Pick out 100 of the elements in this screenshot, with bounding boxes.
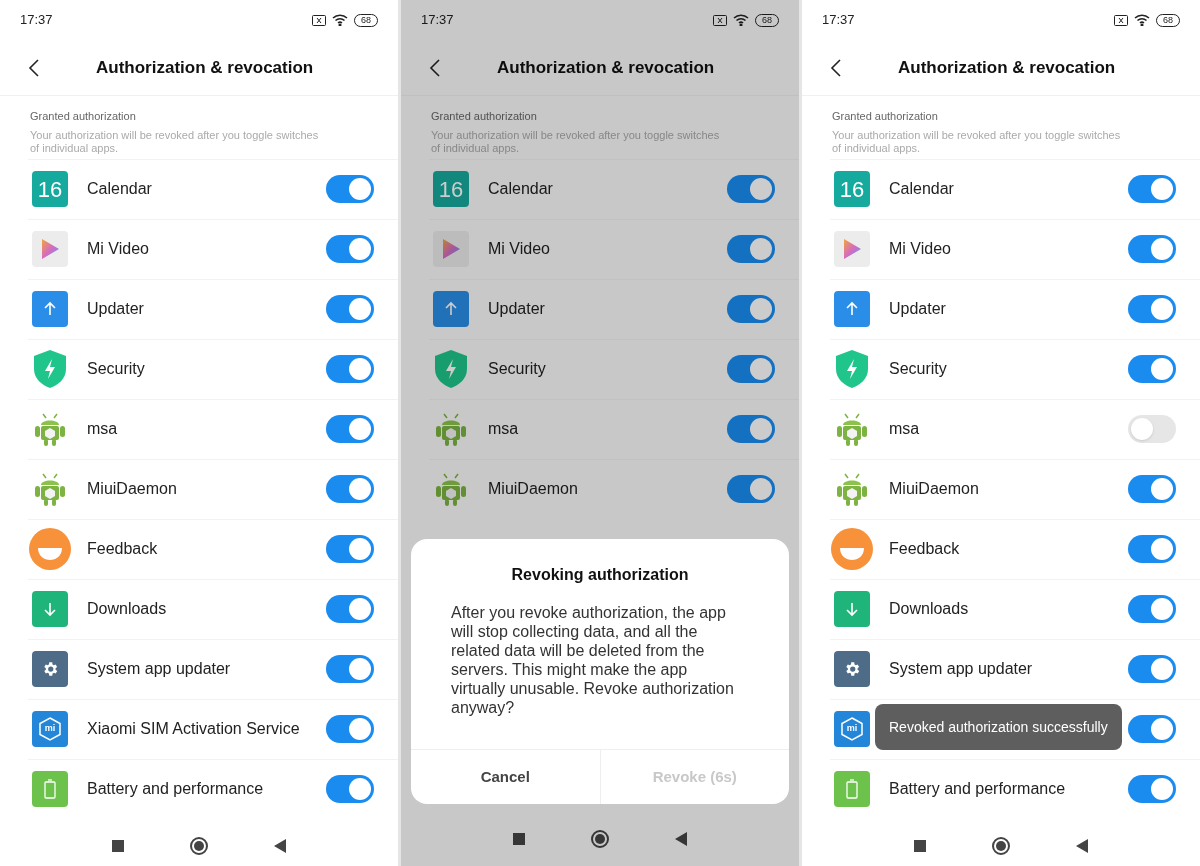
toggle-switch[interactable] (727, 355, 775, 383)
no-sim-icon (312, 14, 326, 26)
home-button[interactable] (992, 836, 1010, 855)
no-sim-icon (713, 14, 727, 26)
toggle-switch[interactable] (326, 415, 374, 443)
toggle-switch[interactable] (326, 175, 374, 203)
home-button[interactable] (591, 830, 609, 848)
toggle-switch[interactable] (326, 475, 374, 503)
recents-button[interactable] (112, 839, 124, 852)
toggle-switch[interactable] (326, 535, 374, 563)
app-name: Battery and performance (889, 780, 1066, 797)
toggle-switch[interactable] (1128, 415, 1176, 443)
section-label: Granted authorization (832, 109, 939, 124)
toggle-switch[interactable] (1128, 775, 1176, 803)
toggle-switch[interactable] (727, 235, 775, 263)
play-app-icon (433, 231, 469, 267)
calendar-app-icon: 16 (32, 171, 68, 207)
gear-app-icon (32, 651, 68, 687)
toggle-switch[interactable] (1128, 475, 1176, 503)
play-app-icon (834, 231, 870, 267)
app-name: System app updater (889, 660, 1033, 677)
wifi-icon (733, 14, 749, 26)
status-time: 17:37 (822, 11, 855, 30)
back-icon[interactable] (429, 57, 441, 78)
toggle-switch[interactable] (326, 355, 374, 383)
down-arrow-app-icon (834, 591, 870, 627)
toggle-switch[interactable] (1128, 595, 1176, 623)
app-name: Downloads (87, 600, 167, 617)
up-arrow-app-icon (433, 291, 469, 327)
section-description: Your authorization will be revoked after you toggle switches of individual apps. (30, 128, 320, 155)
app-name: msa (889, 420, 920, 437)
dialog-button[interactable]: Cancel (411, 750, 600, 804)
back-nav-icon[interactable] (1076, 838, 1088, 853)
toggle-switch[interactable] (727, 295, 775, 323)
toggle-switch[interactable] (1128, 235, 1176, 263)
hexagon-app-icon: mi (32, 711, 68, 747)
shield-app-icon (834, 349, 870, 389)
toggle-switch[interactable] (727, 415, 775, 443)
app-name: Calendar (87, 180, 152, 197)
recents-button[interactable] (914, 839, 926, 852)
app-name: MiuiDaemon (488, 480, 578, 497)
up-arrow-app-icon (834, 291, 870, 327)
calendar-app-icon: 16 (433, 171, 469, 207)
app-name: Mi Video (889, 240, 951, 257)
page-title: Authorization & revocation (497, 56, 715, 79)
toggle-switch[interactable] (1128, 295, 1176, 323)
battery-app-icon (834, 771, 870, 807)
toggle-switch[interactable] (727, 175, 775, 203)
app-name: Battery and performance (87, 780, 264, 797)
toggle-switch[interactable] (326, 775, 374, 803)
down-arrow-app-icon (32, 591, 68, 627)
app-name: Security (889, 360, 947, 377)
back-icon[interactable] (830, 57, 842, 78)
calendar-app-icon: 16 (834, 171, 870, 207)
back-icon[interactable] (28, 57, 40, 78)
smile-app-icon (29, 528, 71, 570)
toggle-switch[interactable] (1128, 715, 1176, 743)
app-name: Calendar (488, 180, 553, 197)
toggle-switch[interactable] (326, 715, 374, 743)
status-time: 17:37 (20, 11, 53, 30)
toggle-switch[interactable] (326, 595, 374, 623)
dialog-title: Revoking authorization (510, 565, 690, 585)
no-sim-icon (1114, 14, 1128, 26)
toggle-switch[interactable] (1128, 355, 1176, 383)
home-button[interactable] (190, 836, 208, 855)
app-name: Mi Video (488, 240, 550, 257)
toggle-switch[interactable] (1128, 175, 1176, 203)
app-name: Feedback (87, 540, 158, 557)
app-name: Downloads (889, 600, 969, 617)
app-name: Calendar (889, 180, 954, 197)
app-name: MiuiDaemon (87, 480, 177, 497)
page-title: Authorization & revocation (96, 56, 314, 79)
app-name: Feedback (889, 540, 960, 557)
section-description: Your authorization will be revoked after you toggle switches of individual apps. (832, 128, 1122, 155)
section-label: Granted authorization (431, 109, 538, 124)
toggle-switch[interactable] (1128, 535, 1176, 563)
back-nav-icon[interactable] (675, 832, 687, 846)
dialog-message: After you revoke authorization, the app will stop collecting data, and all the related data will be deleted from the servers. This might make the app virtually unusable. Revoke authorization anyway? (450, 603, 735, 718)
back-nav-icon[interactable] (274, 838, 286, 853)
app-name: Xiaomi SIM Activation Service (87, 720, 300, 737)
section-description: Your authorization will be revoked after you toggle switches of individual apps. (431, 128, 721, 155)
wifi-icon (332, 14, 348, 26)
hexagon-app-icon: mi (834, 711, 870, 747)
app-name: msa (488, 420, 519, 437)
toast-message: Revoked authorization successfully (875, 704, 1122, 750)
toggle-switch[interactable] (1128, 655, 1176, 683)
toggle-switch[interactable] (326, 655, 374, 683)
wifi-icon (1134, 14, 1150, 26)
shield-app-icon (433, 349, 469, 389)
app-name: System app updater (87, 660, 231, 677)
smile-app-icon (831, 528, 873, 570)
play-app-icon (32, 231, 68, 267)
app-name: Security (87, 360, 145, 377)
toggle-switch[interactable] (326, 235, 374, 263)
battery-app-icon (32, 771, 68, 807)
status-time: 17:37 (421, 11, 454, 30)
app-name: msa (87, 420, 118, 437)
toggle-switch[interactable] (326, 295, 374, 323)
toggle-switch[interactable] (727, 475, 775, 503)
app-name: Updater (889, 300, 946, 317)
